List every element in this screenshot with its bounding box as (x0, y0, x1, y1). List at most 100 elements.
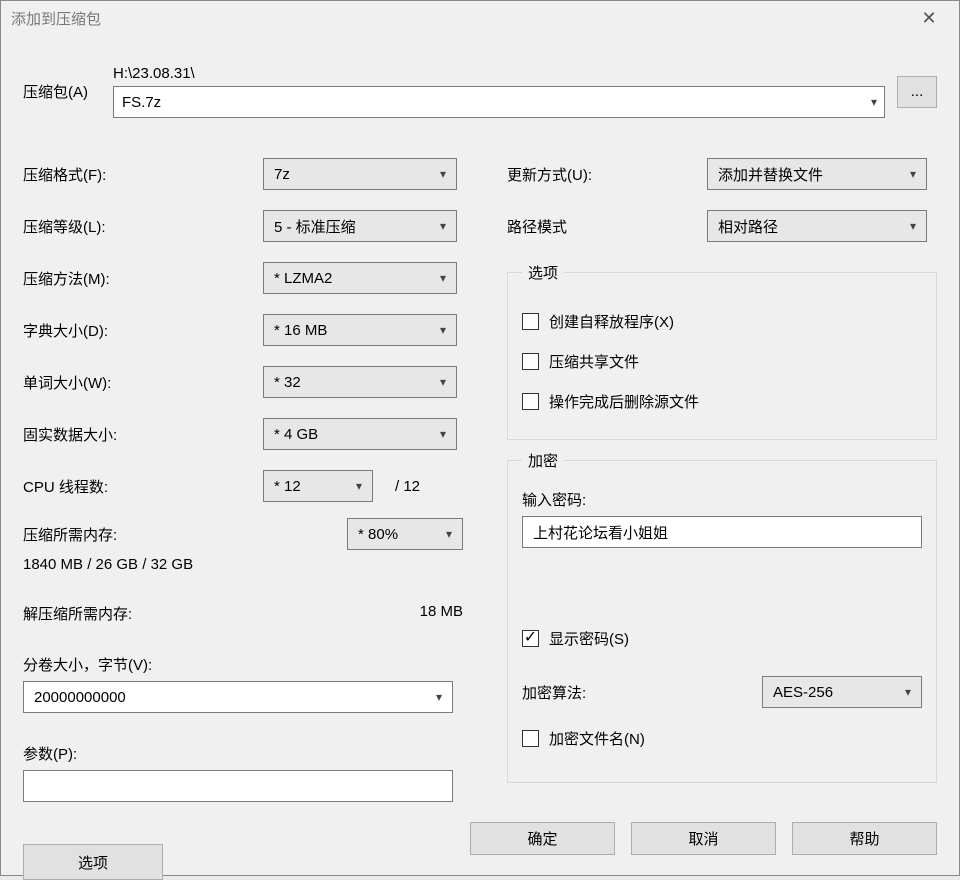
level-value: 5 - 标准压缩 (274, 216, 356, 237)
threads-row: CPU 线程数: * 12 ▾ / 12 (23, 460, 463, 512)
update-label: 更新方式(U): (507, 164, 627, 185)
show-password-row[interactable]: 显示密码(S) (522, 618, 922, 658)
level-label: 压缩等级(L): (23, 216, 263, 237)
threads-select[interactable]: * 12 ▾ (263, 470, 373, 502)
format-value: 7z (274, 166, 290, 183)
format-select[interactable]: 7z ▾ (263, 158, 457, 190)
params-label: 参数(P): (23, 743, 463, 764)
chevron-down-icon: ▾ (440, 323, 446, 337)
compress-mem-block: 压缩所需内存: * 80% ▾ 1840 MB / 26 GB / 32 GB (23, 518, 463, 573)
titlebar: 添加到压缩包 ✕ (1, 1, 959, 35)
column-left: 压缩格式(F): 7z ▾ 压缩等级(L): 5 - 标准压缩 ▾ 压缩方法(M… (23, 148, 463, 880)
dict-select[interactable]: * 16 MB ▾ (263, 314, 457, 346)
compress-mem-value: 1840 MB / 26 GB / 32 GB (23, 556, 463, 573)
archive-row: 压缩包(A) H:\23.08.31\ ▾ ... (23, 65, 937, 118)
encryption-alg-value: AES-256 (773, 684, 833, 701)
encrypt-names-row[interactable]: 加密文件名(N) (522, 718, 922, 758)
word-value: * 32 (274, 374, 301, 391)
method-value: * LZMA2 (274, 270, 332, 287)
threads-label: CPU 线程数: (23, 476, 263, 497)
archive-filename-input[interactable] (113, 86, 885, 118)
level-row: 压缩等级(L): 5 - 标准压缩 ▾ (23, 200, 463, 252)
method-label: 压缩方法(M): (23, 268, 263, 289)
chevron-down-icon: ▾ (356, 479, 362, 493)
decompress-mem-row: 解压缩所需内存: 18 MB (23, 603, 463, 624)
format-label: 压缩格式(F): (23, 164, 263, 185)
word-label: 单词大小(W): (23, 372, 263, 393)
show-password-label: 显示密码(S) (549, 628, 629, 649)
chevron-down-icon: ▾ (440, 219, 446, 233)
close-icon[interactable]: ✕ (909, 8, 949, 29)
password-input[interactable] (522, 516, 922, 548)
options-legend: 选项 (522, 262, 564, 283)
column-right: 更新方式(U): 添加并替换文件 ▾ 路径模式 相对路径 ▾ 选项 (507, 148, 937, 880)
solid-label: 固实数据大小: (23, 424, 263, 445)
options-fieldset: 选项 创建自释放程序(X) 压缩共享文件 操作完成后删除源文件 (507, 262, 937, 440)
word-select[interactable]: * 32 ▾ (263, 366, 457, 398)
cancel-button[interactable]: 取消 (631, 822, 776, 855)
show-password-checkbox[interactable] (522, 630, 539, 647)
decompress-mem-value: 18 MB (420, 603, 463, 624)
sfx-row[interactable]: 创建自释放程序(X) (522, 301, 922, 341)
sfx-label: 创建自释放程序(X) (549, 311, 674, 332)
update-select[interactable]: 添加并替换文件 ▾ (707, 158, 927, 190)
columns: 压缩格式(F): 7z ▾ 压缩等级(L): 5 - 标准压缩 ▾ 压缩方法(M… (23, 148, 937, 880)
options-button[interactable]: 选项 (23, 844, 163, 880)
decompress-mem-label: 解压缩所需内存: (23, 603, 132, 624)
mempct-select[interactable]: * 80% ▾ (347, 518, 463, 550)
window-title: 添加到压缩包 (11, 8, 101, 29)
archive-label: 压缩包(A) (23, 81, 101, 102)
dialog-window: 添加到压缩包 ✕ 压缩包(A) H:\23.08.31\ ▾ ... 压缩格式(… (0, 0, 960, 876)
chevron-down-icon: ▾ (440, 375, 446, 389)
browse-button[interactable]: ... (897, 76, 937, 108)
archive-input-wrap: ▾ (113, 86, 885, 118)
pathmode-row: 路径模式 相对路径 ▾ (507, 200, 937, 252)
level-select[interactable]: 5 - 标准压缩 ▾ (263, 210, 457, 242)
delete-row[interactable]: 操作完成后删除源文件 (522, 381, 922, 421)
params-input[interactable] (23, 770, 453, 802)
mempct-value: * 80% (358, 526, 398, 543)
encrypt-names-checkbox[interactable] (522, 730, 539, 747)
volume-combo[interactable]: 20000000000 ▾ (23, 681, 453, 713)
chevron-down-icon: ▾ (446, 527, 452, 541)
dialog-button-row: 确定 取消 帮助 (470, 822, 937, 855)
dict-row: 字典大小(D): * 16 MB ▾ (23, 304, 463, 356)
chevron-down-icon: ▾ (440, 271, 446, 285)
encryption-alg-select[interactable]: AES-256 ▾ (762, 676, 922, 708)
shared-label: 压缩共享文件 (549, 351, 639, 372)
delete-checkbox[interactable] (522, 393, 539, 410)
dict-label: 字典大小(D): (23, 320, 263, 341)
threads-value: * 12 (274, 478, 301, 495)
update-value: 添加并替换文件 (718, 164, 823, 185)
update-row: 更新方式(U): 添加并替换文件 ▾ (507, 148, 937, 200)
solid-select[interactable]: * 4 GB ▾ (263, 418, 457, 450)
chevron-down-icon: ▾ (436, 690, 442, 704)
delete-label: 操作完成后删除源文件 (549, 391, 699, 412)
chevron-down-icon: ▾ (440, 167, 446, 181)
volume-value: 20000000000 (34, 689, 126, 706)
dict-value: * 16 MB (274, 322, 327, 339)
chevron-down-icon: ▾ (440, 427, 446, 441)
encryption-alg-label: 加密算法: (522, 682, 586, 703)
content-area: 压缩包(A) H:\23.08.31\ ▾ ... 压缩格式(F): 7z ▾ (1, 35, 959, 880)
encryption-fieldset: 加密 输入密码: 显示密码(S) 加密算法: AES-256 ▾ (507, 450, 937, 783)
encryption-alg-row: 加密算法: AES-256 ▾ (522, 676, 922, 708)
pathmode-select[interactable]: 相对路径 ▾ (707, 210, 927, 242)
archive-path-text: H:\23.08.31\ (113, 65, 885, 82)
format-row: 压缩格式(F): 7z ▾ (23, 148, 463, 200)
threads-total: / 12 (395, 478, 420, 495)
shared-checkbox[interactable] (522, 353, 539, 370)
method-select[interactable]: * LZMA2 ▾ (263, 262, 457, 294)
chevron-down-icon: ▾ (905, 685, 911, 699)
password-label: 输入密码: (522, 489, 922, 510)
shared-row[interactable]: 压缩共享文件 (522, 341, 922, 381)
ok-button[interactable]: 确定 (470, 822, 615, 855)
pathmode-value: 相对路径 (718, 216, 778, 237)
chevron-down-icon: ▾ (910, 219, 916, 233)
volume-label: 分卷大小，字节(V): (23, 654, 463, 675)
method-row: 压缩方法(M): * LZMA2 ▾ (23, 252, 463, 304)
sfx-checkbox[interactable] (522, 313, 539, 330)
help-button[interactable]: 帮助 (792, 822, 937, 855)
word-row: 单词大小(W): * 32 ▾ (23, 356, 463, 408)
archive-path-block: H:\23.08.31\ ▾ (113, 65, 885, 118)
